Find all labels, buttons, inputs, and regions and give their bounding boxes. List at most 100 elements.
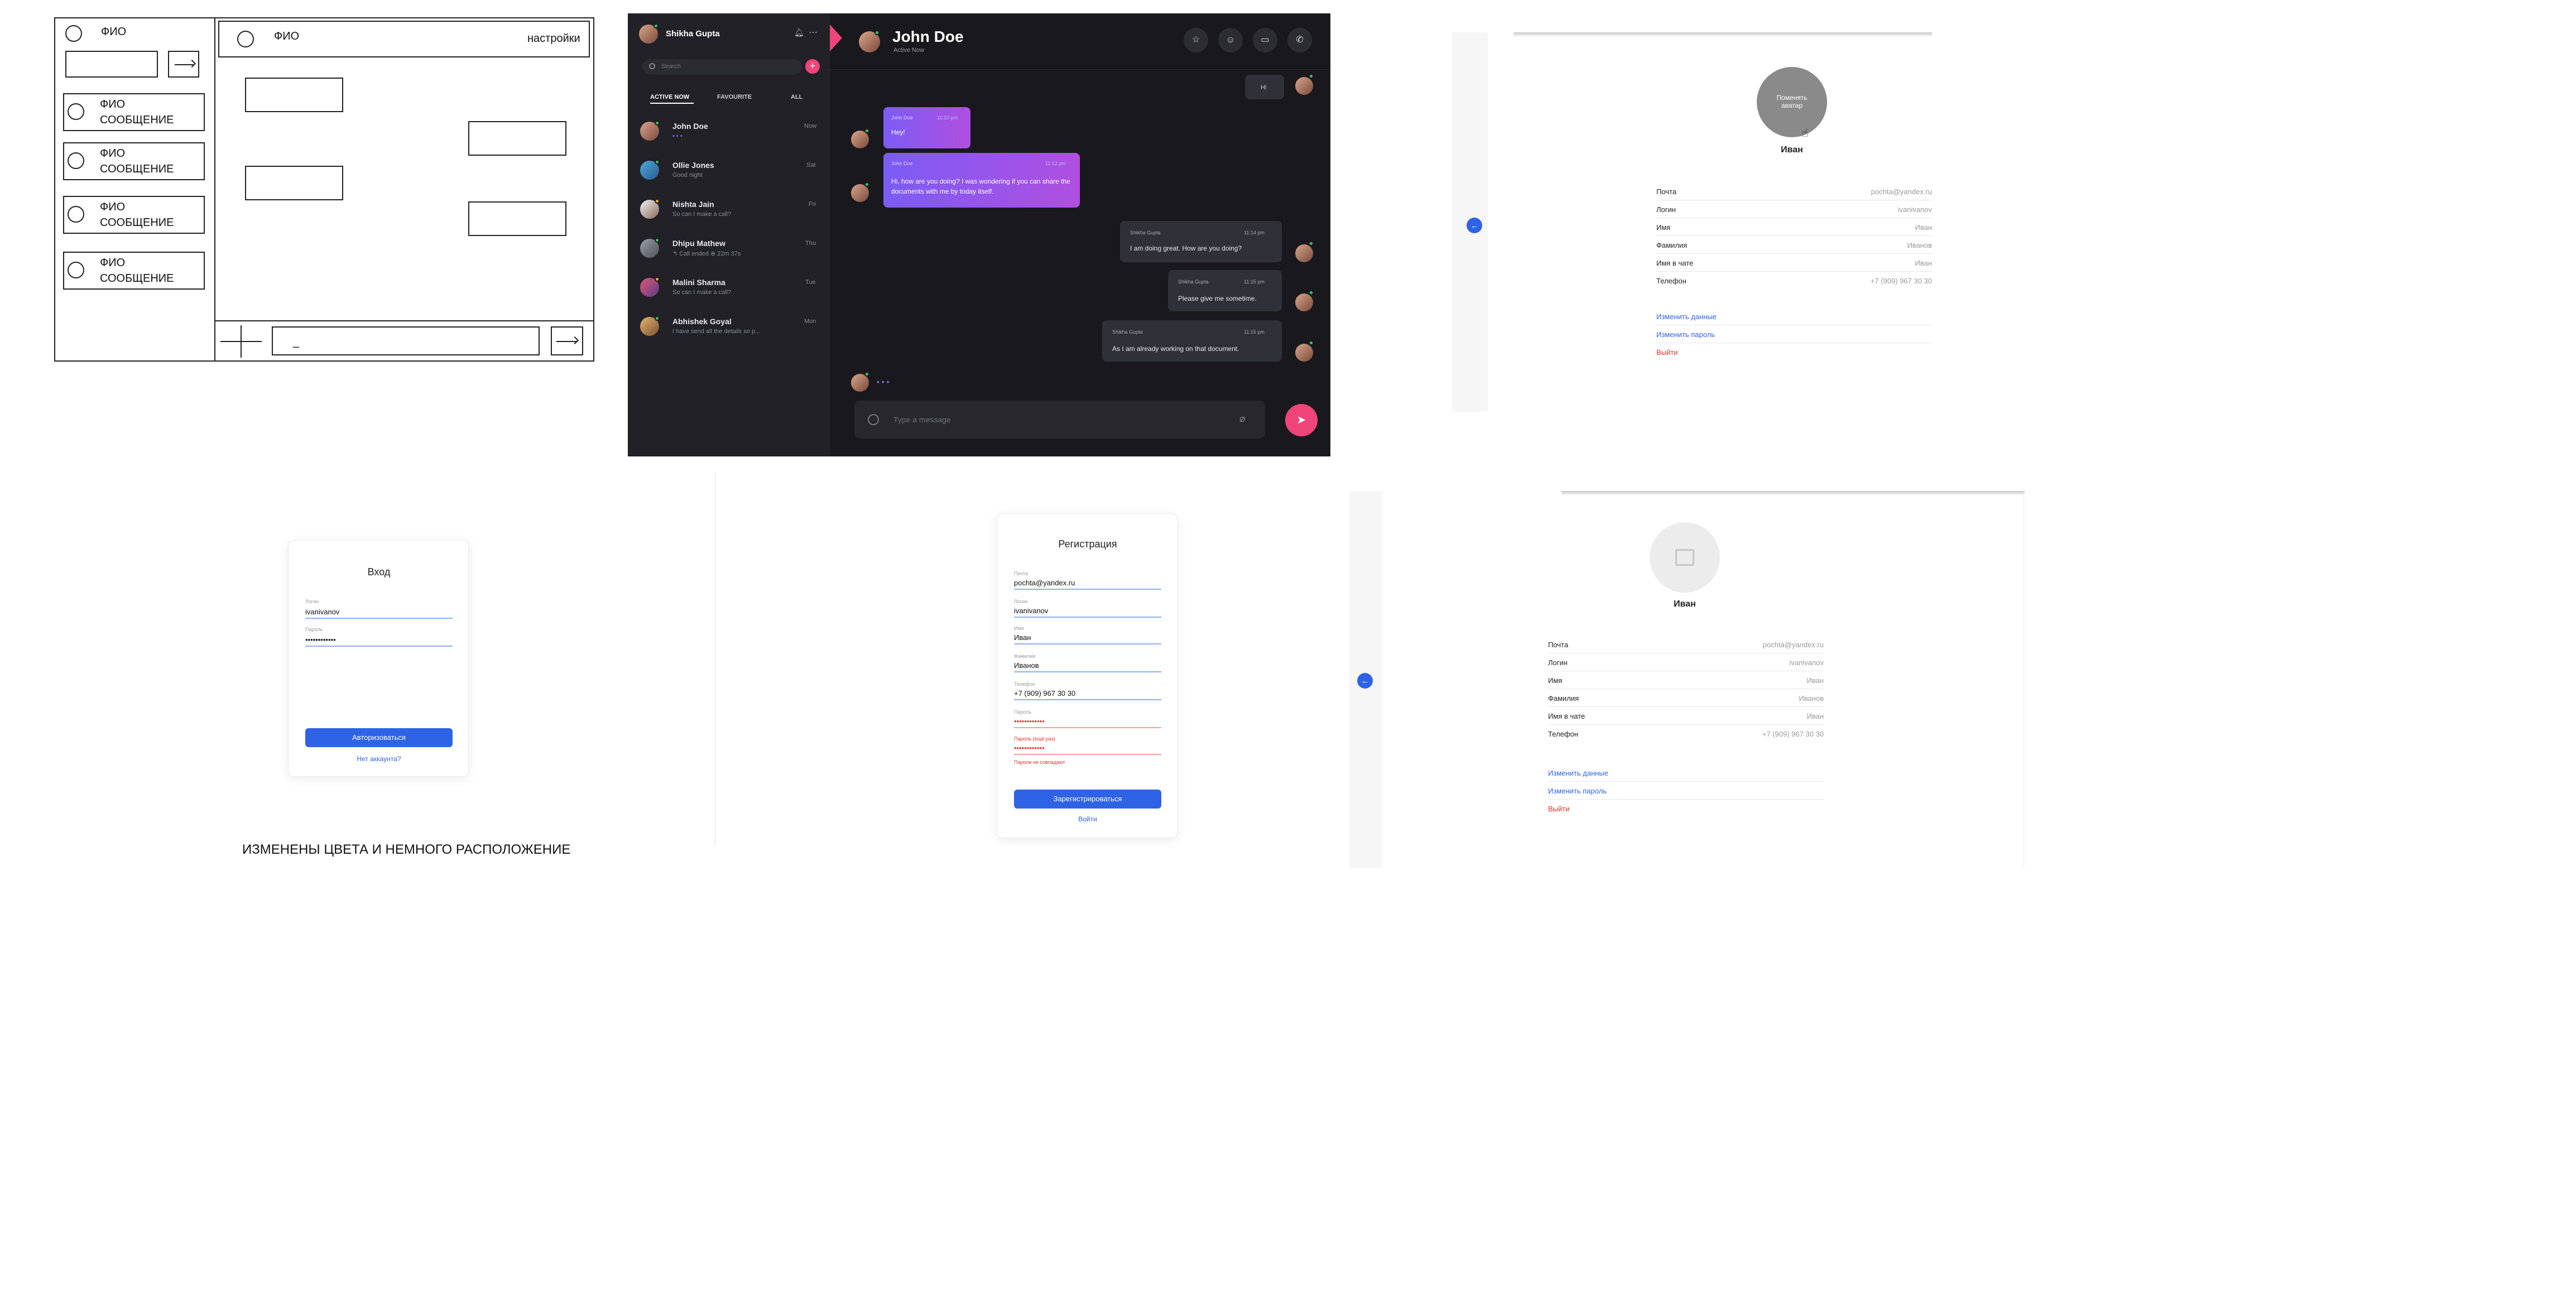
back-button[interactable]: ← [1357,673,1373,689]
register-field-underline-error [1014,727,1161,728]
message-input[interactable]: Type a message ⌀ [854,401,1265,439]
register-field-value[interactable]: •••••••••••• [1014,744,1045,752]
field-label: Почта [1656,187,1677,196]
contact-list-item[interactable]: Malini Sharma So can I make a call? Tue [628,270,830,307]
register-field-value[interactable]: Иван [1014,633,1031,642]
search-input[interactable]: Search [642,59,802,75]
field-value: ivanivanov [1897,205,1932,214]
message-incoming: John Doe 11:12 pm Hi, how are you doing?… [883,153,1080,208]
online-status-icon [655,160,660,165]
add-user-icon[interactable]: ☺ [1218,28,1243,52]
contact-last-message: Good night [672,172,703,179]
message-avatar [1295,294,1313,311]
emoji-icon[interactable] [868,414,879,425]
online-status-icon [653,23,659,28]
tab-favourite[interactable]: FAVOURITE [717,94,752,100]
message-sender: Shikha Gupta [1178,279,1209,285]
star-icon[interactable]: ☆ [1184,28,1208,52]
password-field-label: Пароль [305,627,323,632]
header-divider [830,69,1330,70]
wireframe-attach-plus-icon[interactable] [220,325,262,358]
field-label: Логин [1548,658,1568,667]
password-field-value[interactable]: •••••••••••• [305,636,336,644]
wireframe-message-in [245,166,343,200]
register-field-value[interactable]: +7 (909) 967 30 30 [1014,689,1075,697]
online-status-icon [655,238,660,243]
send-button[interactable]: ➤ [1285,404,1318,436]
logout-link[interactable]: Выйти [1656,348,1678,357]
contact-name: Malini Sharma [672,278,725,287]
login-card: Вход Логин ivanivanov Пароль •••••••••••… [288,540,469,777]
wireframe-contact-name: ФИО [100,98,126,110]
phone-icon[interactable]: ✆ [1287,28,1312,52]
new-chat-button[interactable]: + [805,59,820,74]
wireframe-contact-item[interactable]: ФИО СООБЩЕНИЕ [63,93,205,131]
typing-indicator: • • • [877,377,890,386]
more-icon[interactable]: ⋯ [809,27,818,38]
message-text: Hey! [891,128,905,136]
contact-list-item[interactable]: John Doe • • • Now [628,114,830,151]
top-shadow [1561,491,2025,495]
tab-all[interactable]: ALL [791,94,802,100]
register-field-value[interactable]: ivanivanov [1014,607,1048,615]
wireframe-contact-item[interactable]: ФИО СООБЩЕНИЕ [63,142,205,180]
contact-list-item[interactable]: Nishta Jain So can I make a call? Fri [628,192,830,229]
field-value: Иван [1915,223,1932,232]
register-field-underline-error [1014,754,1161,755]
contact-list-item[interactable]: Ollie Jones Good night Sat [628,153,830,190]
message-sender: John Doe [891,161,913,166]
login-button[interactable]: Авторизоваться [305,728,453,747]
field-value: Иван [1806,712,1824,720]
edit-password-link[interactable]: Изменить пароль [1656,330,1715,339]
register-button[interactable]: Зарегистрироваться [1014,790,1161,809]
login-field-value[interactable]: ivanivanov [305,608,339,616]
wireframe-contact-message: СООБЩЕНИЕ [100,163,174,175]
wireframe-message-input[interactable]: _ [272,326,540,355]
wireframe-profile-name: ФИО [101,26,127,38]
wireframe-search-input[interactable] [65,51,158,78]
video-call-icon[interactable]: ▭ [1253,28,1277,52]
wireframe-message-out [468,201,566,236]
contact-last-message: So can I make a call? [672,211,732,218]
login-link[interactable]: Войти [997,815,1178,823]
avatar[interactable]: Поменять аватар [1757,67,1827,137]
send-arrow-head-icon [570,336,579,345]
contact-list-item[interactable]: Dhipu Mathew ↰ Call ended ⊕ 22m 37s Thu [628,231,830,268]
wireframe-contact-item[interactable]: ФИО СООБЩЕНИЕ [63,196,205,234]
tab-active-now[interactable]: ACTIVE NOW [650,94,689,100]
register-card: Регистрация Почта pochta@yandex.ru Логин… [997,513,1178,838]
bell-icon[interactable]: 🔔︎ [794,28,804,37]
online-status-icon [864,372,869,377]
contact-name: Dhipu Mathew [672,239,725,248]
field-value: ivanivanov [1789,658,1824,667]
wireframe-search-button[interactable] [168,51,199,78]
edit-data-link[interactable]: Изменить данные [1548,769,1608,777]
wireframe-chat-name: ФИО [274,30,300,42]
register-field-label: Почта [1014,571,1028,576]
wireframe-contact-item[interactable]: ФИО СООБЩЕНИЕ [63,252,205,290]
change-avatar-overlay[interactable]: Поменять аватар [1768,94,1816,109]
register-field-value[interactable]: Иванов [1014,661,1039,670]
wireframe-sidebar-divider [214,18,215,360]
profile-panel-top: ← Поменять аватар ☝︎ Иван Почта pochta@y… [1452,32,1932,412]
wireframe-settings-link[interactable]: настройки [527,31,580,46]
logout-link[interactable]: Выйти [1548,805,1570,813]
contact-day: Thu [805,240,816,247]
register-field-value[interactable]: pochta@yandex.ru [1014,579,1075,587]
edit-data-link[interactable]: Изменить данные [1656,312,1717,321]
image-placeholder-icon [1675,549,1694,566]
attachment-icon[interactable]: ⌀ [1239,413,1246,425]
register-field-label: Телефон [1014,681,1035,687]
message-input-placeholder: Type a message [893,415,951,424]
wireframe-send-button[interactable] [551,326,583,355]
contact-list-item[interactable]: Abhishek Goyal I have send all the detai… [628,309,830,346]
chat-sidebar: Shikha Gupta 🔔︎ ⋯ Search + ACTIVE NOW FA… [628,13,830,456]
edit-password-link[interactable]: Изменить пароль [1548,787,1607,795]
avatar[interactable] [1650,522,1720,593]
field-value: pochta@yandex.ru [1871,187,1932,196]
register-field-value[interactable]: •••••••••••• [1014,717,1045,725]
back-button[interactable]: ← [1467,218,1482,233]
no-account-link[interactable]: Нет аккаунта? [289,755,469,763]
field-divider [1548,724,1824,725]
wireframe-message-out [468,121,566,156]
